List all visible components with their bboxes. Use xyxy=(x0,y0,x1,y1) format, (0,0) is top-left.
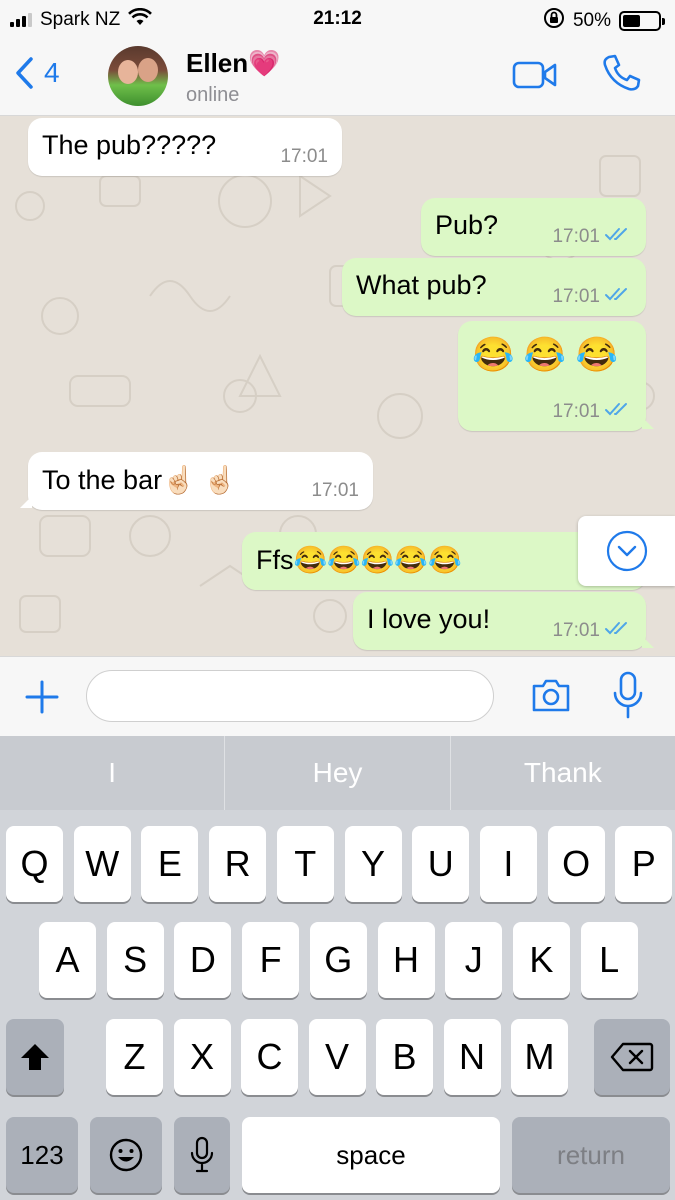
suggestion-1[interactable]: I xyxy=(0,736,224,810)
message-text: I love you! xyxy=(367,604,491,634)
avatar[interactable] xyxy=(108,46,168,106)
backspace-key[interactable] xyxy=(594,1019,670,1095)
key-v[interactable]: V xyxy=(308,1019,366,1095)
read-receipt-icon xyxy=(604,401,632,423)
outgoing-message[interactable]: 😂 😂 😂 17:01 xyxy=(458,321,654,431)
message-meta: 17:01 xyxy=(552,226,632,248)
message-time: 17:01 xyxy=(552,286,600,307)
key-s[interactable]: S xyxy=(106,922,164,998)
battery-percent: 50% xyxy=(572,10,611,31)
message-time: 17:01 xyxy=(311,480,359,501)
message-time: 17:01 xyxy=(552,620,600,641)
key-b[interactable]: B xyxy=(376,1019,433,1095)
key-y[interactable]: Y xyxy=(344,826,402,902)
message-meta: 17:01 xyxy=(311,480,359,502)
outgoing-message[interactable]: What pub? 17:01 xyxy=(342,258,646,316)
status-right: 50% xyxy=(543,7,665,35)
emoji-key[interactable] xyxy=(90,1117,162,1193)
scroll-to-bottom-button[interactable] xyxy=(578,516,675,586)
read-receipt-icon xyxy=(604,620,632,642)
chevron-down-icon xyxy=(606,530,647,572)
key-k[interactable]: K xyxy=(512,922,570,998)
key-p[interactable]: P xyxy=(615,826,673,902)
camera-icon[interactable] xyxy=(530,677,572,720)
back-button[interactable]: 4 xyxy=(14,56,60,90)
message-time: 17:01 xyxy=(552,401,600,422)
incoming-message[interactable]: The pub????? 17:01 xyxy=(28,118,342,176)
message-text: Pub? xyxy=(435,210,499,240)
message-text: To the bar☝🏻 ☝🏻 xyxy=(42,465,237,495)
key-w[interactable]: W xyxy=(73,826,131,902)
key-q[interactable]: Q xyxy=(6,826,63,902)
key-l[interactable]: L xyxy=(580,922,638,998)
battery-icon xyxy=(619,11,665,31)
suggestion-3[interactable]: Thank xyxy=(449,736,675,810)
message-text: The pub????? xyxy=(42,130,217,160)
contact-status: online xyxy=(186,84,240,106)
incoming-message[interactable]: To the bar☝🏻 ☝🏻 17:01 xyxy=(20,452,373,510)
numbers-key[interactable]: 123 xyxy=(6,1117,78,1193)
back-chevron-icon xyxy=(16,57,33,89)
key-h[interactable]: H xyxy=(377,922,435,998)
key-o[interactable]: O xyxy=(547,826,605,902)
plus-icon[interactable] xyxy=(24,679,60,720)
backspace-icon xyxy=(610,1042,654,1072)
key-r[interactable]: R xyxy=(209,826,267,902)
key-z[interactable]: Z xyxy=(106,1019,163,1095)
orientation-lock-icon xyxy=(543,7,565,35)
status-bar: Spark NZ 21:12 50% xyxy=(0,0,675,38)
return-key[interactable]: return xyxy=(512,1117,670,1193)
unread-count: 4 xyxy=(44,57,60,88)
message-time: 17:01 xyxy=(552,226,600,247)
key-n[interactable]: N xyxy=(443,1019,501,1095)
key-t[interactable]: T xyxy=(276,826,334,902)
read-receipt-icon xyxy=(604,226,632,248)
message-list[interactable]: The pub????? 17:01 Pub? 17:01 What pub? 17:01… xyxy=(0,116,675,656)
emoji-icon xyxy=(109,1138,143,1172)
message-meta: 17:01 xyxy=(552,286,632,308)
message-meta: 17:01 xyxy=(552,401,632,423)
key-f[interactable]: F xyxy=(242,922,300,998)
key-m[interactable]: M xyxy=(511,1019,568,1095)
message-text: 😂 😂 😂 xyxy=(472,336,618,374)
dictation-key[interactable] xyxy=(174,1117,230,1193)
key-g[interactable]: G xyxy=(309,922,367,998)
message-meta: 17:01 xyxy=(280,146,328,168)
video-call-icon[interactable] xyxy=(512,60,558,95)
phone-icon[interactable] xyxy=(600,52,642,99)
key-d[interactable]: D xyxy=(174,922,232,998)
read-receipt-icon xyxy=(604,286,632,308)
key-c[interactable]: C xyxy=(241,1019,298,1095)
chat-header: 4 Ellen💗 online xyxy=(0,38,675,116)
space-key[interactable]: space xyxy=(242,1117,500,1193)
keyboard: 123 space return QWERTYUIOP ASDFGHJKL ZXCV… xyxy=(0,810,675,1200)
microphone-icon[interactable] xyxy=(612,671,644,726)
key-x[interactable]: X xyxy=(173,1019,231,1095)
message-text: Ffs😂😂😂😂😂 xyxy=(256,545,462,575)
suggestion-2[interactable]: Hey xyxy=(224,736,449,810)
shift-key[interactable] xyxy=(6,1019,64,1095)
key-u[interactable]: U xyxy=(412,826,470,902)
message-meta: 17:01 xyxy=(552,620,632,642)
message-time: 17:01 xyxy=(280,146,328,167)
predictive-bar: I Hey Thank xyxy=(0,736,675,810)
key-j[interactable]: J xyxy=(445,922,503,998)
outgoing-message[interactable]: I love you! 17:01 xyxy=(353,592,654,650)
shift-icon xyxy=(21,1044,49,1070)
key-i[interactable]: I xyxy=(479,826,537,902)
message-text: What pub? xyxy=(356,270,487,300)
contact-name[interactable]: Ellen💗 xyxy=(186,48,281,79)
compose-bar xyxy=(0,656,675,736)
outgoing-message[interactable]: Pub? 17:01 xyxy=(421,198,646,256)
message-input[interactable] xyxy=(86,670,494,722)
key-a[interactable]: A xyxy=(39,922,96,998)
dictation-icon xyxy=(190,1136,214,1173)
key-e[interactable]: E xyxy=(141,826,199,902)
